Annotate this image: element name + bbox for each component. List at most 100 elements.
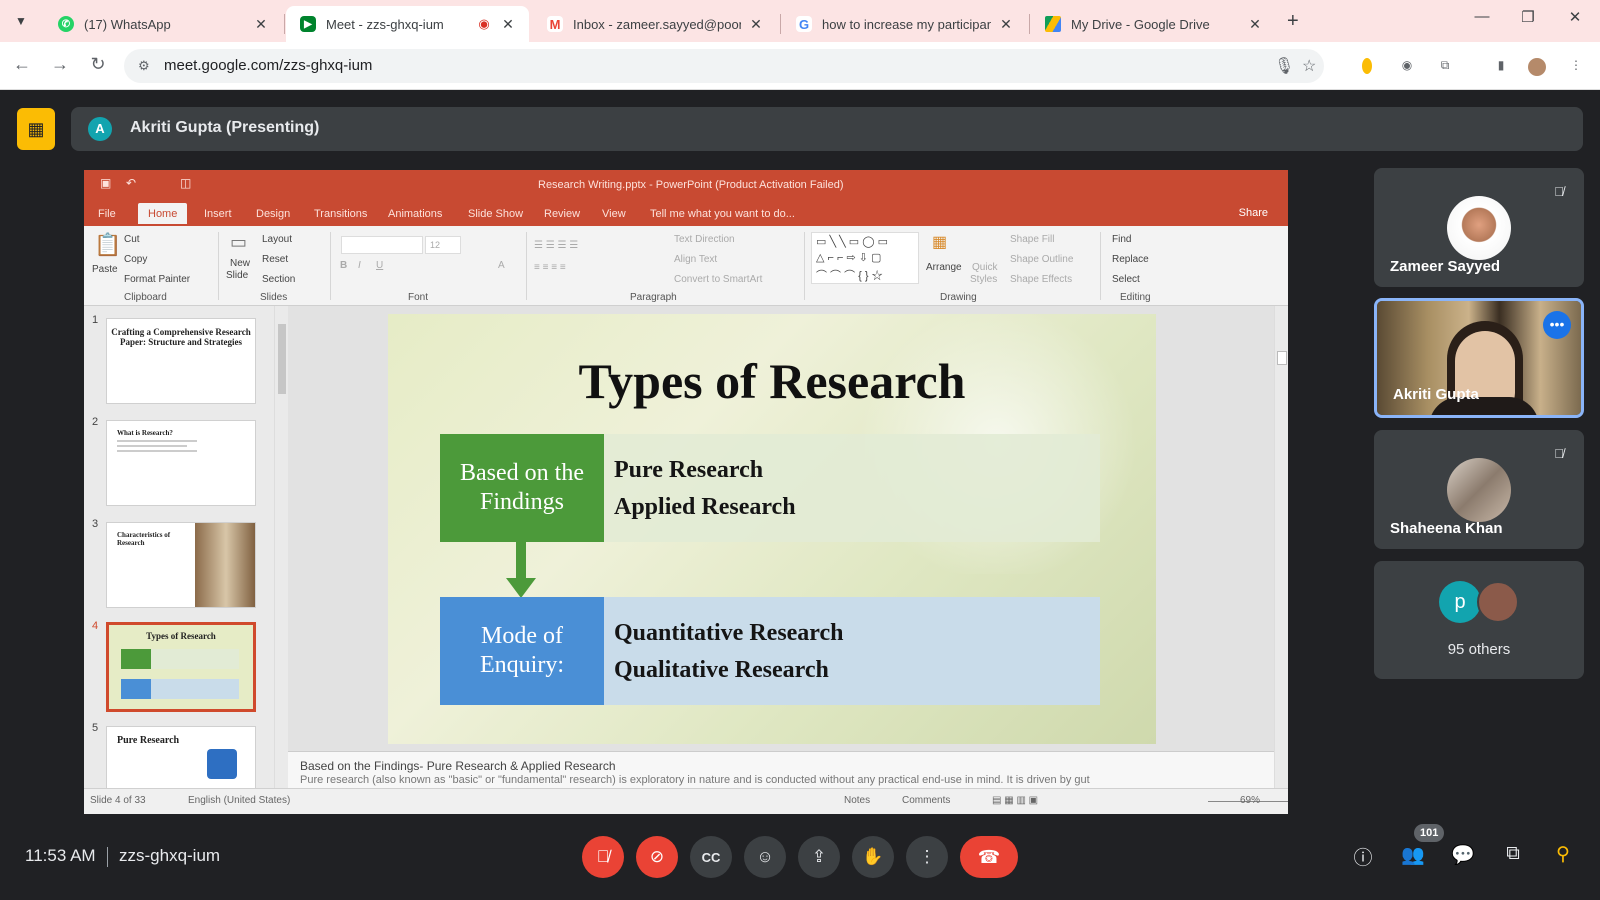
tab-google-search[interactable]: G how to increase my participant ✕ (782, 6, 1027, 42)
kebab-menu-icon[interactable]: ⋮ (1567, 58, 1585, 76)
tab-meet[interactable]: ▶ Meet - zzs-ghxq-ium ◉ ✕ (286, 6, 529, 42)
close-window-icon[interactable]: ✕ (1555, 8, 1595, 26)
thumbnail-number: 3 (92, 518, 99, 530)
mic-off-button[interactable]: 🎙̸ (582, 836, 624, 878)
recording-icon: ◉ (478, 16, 490, 31)
thumbnail-number: 1 (92, 314, 99, 326)
slide-editor-area: Types of Research Based on the Findings … (288, 306, 1274, 751)
tell-me-box: Tell me what you want to do... (650, 208, 795, 220)
extension-icon[interactable]: ◉ (1398, 58, 1416, 76)
tab-title: Inbox - zameer.sayyed@poona (573, 16, 741, 32)
lock-person-icon: ⚲ (1556, 844, 1570, 865)
group-editing: Editing (1120, 292, 1151, 303)
ribbon-divider (218, 232, 219, 300)
tab-gmail[interactable]: M Inbox - zameer.sayyed@poona ✕ (533, 6, 777, 42)
thumbnail-text-line (117, 450, 197, 452)
back-icon[interactable]: ← (10, 54, 34, 75)
shapes-icons: ⌒ ⌒ ⌒ { } ☆ (816, 270, 883, 282)
thumbnail-number: 4 (92, 620, 99, 632)
reactions-button[interactable]: ☺ (744, 836, 786, 878)
reload-icon[interactable]: ↻ (86, 54, 110, 75)
meeting-info-button[interactable]: ⓘ (1348, 843, 1378, 873)
people-count-badge: 101 (1414, 824, 1445, 842)
shared-screen: ▣ ↶ ◫ Research Writing.pptx - PowerPoint… (84, 170, 1288, 814)
chat-button[interactable]: 💬 (1448, 843, 1478, 873)
extensions-puzzle-icon[interactable]: ⧉ (1436, 58, 1454, 76)
captions-icon: CC (701, 849, 721, 865)
ribbon-tab-view: View (602, 208, 626, 220)
notes-toggle: Notes (844, 795, 871, 806)
microphone-icon[interactable]: 🎙 (1274, 56, 1294, 76)
thumbnail-number: 5 (92, 722, 99, 734)
thumbnail-scrollbar (274, 306, 288, 788)
select-label: Select (1112, 274, 1140, 285)
ribbon-divider (1100, 232, 1101, 300)
url-text[interactable]: meet.google.com/zzs-ghxq-ium (164, 57, 372, 74)
tab-drive[interactable]: My Drive - Google Drive ✕ (1031, 6, 1276, 42)
profile-avatar[interactable] (1528, 58, 1546, 76)
copy-label: Copy (124, 254, 148, 265)
enquiry-items: Quantitative Research Qualitative Resear… (614, 615, 844, 689)
ribbon-tab-transitions: Transitions (314, 208, 368, 220)
participant-tile-others[interactable]: p 95 others (1374, 561, 1584, 679)
side-panel-icon[interactable]: ▮ (1492, 58, 1510, 76)
avatar (1477, 581, 1519, 623)
emoji-icon: ☺ (756, 847, 774, 866)
browser-tab-strip: ▼ ✆ (17) WhatsApp ✕ ▶ Meet - zzs-ghxq-iu… (0, 0, 1600, 42)
ribbon-tab-design: Design (256, 208, 291, 220)
captions-button[interactable]: CC (690, 836, 732, 878)
minimize-icon[interactable]: — (1462, 8, 1502, 25)
participant-tile-akriti[interactable]: ••• Akriti Gupta (1374, 298, 1584, 418)
people-button[interactable]: 👥 (1398, 843, 1428, 873)
slide-scrollbar (1274, 306, 1288, 788)
down-arrow-icon (506, 578, 536, 598)
ribbon-tab-insert: Insert (204, 208, 232, 220)
notes-line-1: Based on the Findings- Pure Research & A… (300, 759, 616, 773)
section-label: Section (262, 274, 296, 285)
ribbon-tab-file: File (98, 208, 116, 220)
findings-label-box: Based on the Findings (440, 434, 604, 542)
presentation-icon[interactable]: ▦ (17, 108, 55, 150)
activities-button[interactable]: ⧉ (1498, 843, 1528, 873)
text-direction-label: Text Direction (674, 234, 735, 245)
close-icon[interactable]: ✕ (747, 16, 765, 33)
host-controls-button[interactable]: ⚲ (1548, 843, 1578, 873)
site-info-icon[interactable]: ⚙ (138, 58, 150, 74)
more-options-button[interactable]: ⋮ (906, 836, 948, 878)
arrange-icon: ▦ (932, 234, 948, 251)
new-slide-icon: ▭ (230, 232, 248, 252)
camera-off-button[interactable]: ⊘ (636, 836, 678, 878)
participant-tile-shaheena[interactable]: 🎙̸ Shaheena Khan (1374, 430, 1584, 549)
bookmark-star-icon[interactable]: ☆ (1302, 56, 1316, 76)
group-font: Font (408, 292, 429, 303)
presenter-avatar: A (88, 117, 112, 141)
present-button[interactable]: ⇪ (798, 836, 840, 878)
new-tab-button[interactable]: + (1287, 10, 1299, 33)
tab-whatsapp[interactable]: ✆ (17) WhatsApp ✕ (44, 6, 282, 42)
more-options-icon[interactable]: ••• (1543, 311, 1571, 339)
close-icon[interactable]: ✕ (1246, 16, 1264, 33)
close-icon[interactable]: ✕ (252, 16, 270, 33)
activities-icon: ⧉ (1506, 843, 1520, 864)
raise-hand-button[interactable]: ✋ (852, 836, 894, 878)
forward-icon[interactable]: → (48, 54, 72, 75)
avatar: p (1439, 581, 1481, 623)
gmail-icon: M (547, 16, 563, 32)
ribbon-tab-review: Review (544, 208, 581, 220)
close-icon[interactable]: ✕ (997, 16, 1015, 33)
align-text-label: Align Text (674, 254, 718, 265)
tab-search-icon[interactable]: ▼ (8, 8, 34, 34)
comments-toggle: Comments (902, 795, 951, 806)
close-icon[interactable]: ✕ (499, 16, 517, 33)
leave-call-button[interactable]: ☎ (960, 836, 1018, 878)
extension-mic-icon[interactable] (1362, 58, 1372, 74)
hand-icon: ✋ (862, 847, 884, 866)
participant-tile-zameer[interactable]: 🎙̸ Zameer Sayyed (1374, 168, 1584, 287)
tab-title: Meet - zzs-ghxq-ium (326, 16, 444, 32)
shape-outline-label: Shape Outline (1010, 254, 1074, 265)
omnibox[interactable]: ⚙ meet.google.com/zzs-ghxq-ium 🎙 ☆ (124, 49, 1324, 83)
divider (107, 847, 108, 867)
restore-icon[interactable]: ❐ (1508, 8, 1548, 26)
ribbon-divider (330, 232, 331, 300)
arrange-label: Arrange (926, 262, 962, 273)
